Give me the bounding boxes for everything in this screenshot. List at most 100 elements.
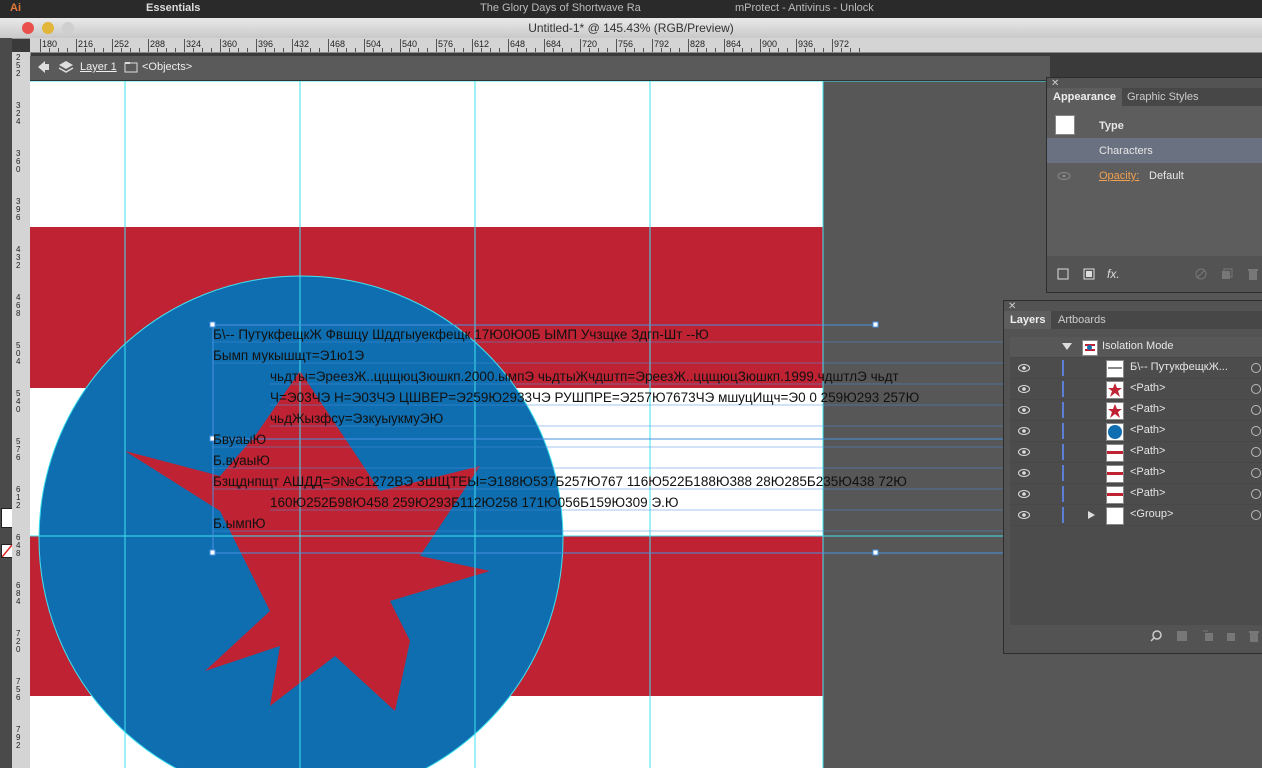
- ruler-label: 540: [16, 389, 21, 414]
- ruler-tick: [463, 48, 464, 52]
- ruler-tick: [157, 48, 158, 52]
- ruler-tick: [508, 39, 509, 52]
- visibility-eye-icon[interactable]: [1018, 467, 1030, 479]
- layer-row[interactable]: <Group>: [1010, 505, 1262, 526]
- ruler-tick: [139, 48, 140, 52]
- opacity-link[interactable]: Opacity:: [1099, 170, 1139, 182]
- back-arrow-icon[interactable]: [36, 60, 50, 74]
- ruler-tick: [535, 48, 536, 52]
- visibility-eye-icon[interactable]: [1018, 488, 1030, 500]
- ruler-tick: [769, 48, 770, 52]
- browser-tab-2[interactable]: mProtect - Antivirus - Unlock: [735, 2, 874, 14]
- eye-icon[interactable]: [1057, 171, 1071, 181]
- ruler-tick: [634, 48, 635, 52]
- horizontal-ruler[interactable]: 180 216 252 288 324 360 396 432 468 504 540 576 612 6…: [30, 38, 1262, 53]
- ruler-label: 432: [16, 245, 21, 270]
- ruler-label: 792: [16, 725, 21, 750]
- layer-row[interactable]: <Path>: [1010, 442, 1262, 463]
- duplicate-item-icon[interactable]: [1221, 268, 1233, 280]
- layer-row[interactable]: <Path>: [1010, 400, 1262, 421]
- layer-row[interactable]: <Path>: [1010, 379, 1262, 400]
- breadcrumb-layer[interactable]: Layer 1: [80, 61, 117, 73]
- isolation-mode-row[interactable]: Isolation Mode: [1010, 337, 1262, 358]
- visibility-eye-icon[interactable]: [1018, 383, 1030, 395]
- ruler-tick: [472, 39, 473, 52]
- layer-row[interactable]: <Path>: [1010, 463, 1262, 484]
- trash-icon[interactable]: [1247, 268, 1259, 280]
- target-circle-icon[interactable]: [1251, 468, 1261, 478]
- code-text-line: Бзщднпщт АШДД=Э№С1272ВЭ ЗШЩТЕЫ=Э188Ю537Б…: [213, 474, 907, 489]
- ruler-tick: [427, 48, 428, 52]
- ruler-tick: [571, 48, 572, 52]
- tab-graphic-styles[interactable]: Graphic Styles: [1121, 88, 1205, 106]
- tools-panel-edge[interactable]: [0, 38, 13, 768]
- code-text-line: Б.вуаыЮ: [213, 453, 270, 468]
- tab-appearance[interactable]: Appearance: [1047, 88, 1122, 106]
- ruler-tick: [751, 48, 752, 52]
- ruler-tick: [292, 39, 293, 52]
- visibility-eye-icon[interactable]: [1018, 362, 1030, 374]
- target-circle-icon[interactable]: [1251, 384, 1261, 394]
- visibility-eye-icon[interactable]: [1018, 446, 1030, 458]
- tab-artboards[interactable]: Artboards: [1052, 311, 1112, 329]
- app-logo[interactable]: Ai: [10, 2, 21, 14]
- ruler-tick: [517, 48, 518, 52]
- ruler-tick: [850, 48, 851, 52]
- workspace-switcher[interactable]: Essentials: [146, 2, 200, 14]
- add-stroke-icon[interactable]: [1057, 268, 1069, 280]
- appearance-opacity-row[interactable]: Opacity: Default: [1047, 163, 1262, 188]
- ruler-tick: [733, 48, 734, 52]
- ruler-label: 252: [16, 53, 21, 78]
- fx-button[interactable]: fx.: [1107, 267, 1120, 281]
- vertical-ruler[interactable]: 252 324 360 396 432 468 504 540 576 612 648 684 720 7…: [12, 52, 31, 768]
- appearance-type-row[interactable]: Type: [1047, 113, 1262, 138]
- target-circle-icon[interactable]: [1251, 447, 1261, 457]
- ruler-label: 720: [16, 629, 21, 654]
- ruler-tick: [805, 48, 806, 52]
- browser-tab-1[interactable]: The Glory Days of Shortwave Ra: [480, 2, 641, 14]
- ruler-label: 648: [16, 533, 21, 558]
- target-circle-icon[interactable]: [1251, 426, 1261, 436]
- appearance-characters-row[interactable]: Characters: [1047, 138, 1262, 163]
- ruler-tick: [742, 48, 743, 52]
- ruler-tick: [346, 48, 347, 52]
- tab-layers[interactable]: Layers: [1004, 311, 1052, 329]
- breadcrumb-objects[interactable]: <Objects>: [142, 61, 192, 73]
- target-circle-icon[interactable]: [1251, 405, 1261, 415]
- ruler-tick: [49, 48, 50, 52]
- target-circle-icon[interactable]: [1251, 489, 1261, 499]
- clear-appearance-icon[interactable]: [1195, 268, 1207, 280]
- ruler-label: 684: [16, 581, 21, 606]
- layer-name: <Path>: [1130, 424, 1166, 436]
- layer-row[interactable]: <Path>: [1010, 421, 1262, 442]
- layers-panel: ✕ Layers Artboards Isolation Mode Б\-- П…: [1003, 300, 1262, 654]
- disclosure-down-icon[interactable]: [1062, 343, 1072, 351]
- target-circle-icon[interactable]: [1251, 363, 1261, 373]
- visibility-eye-icon[interactable]: [1018, 425, 1030, 437]
- ruler-tick: [553, 48, 554, 52]
- ruler-tick: [445, 48, 446, 52]
- disclosure-right-icon[interactable]: [1088, 511, 1096, 519]
- trash-icon[interactable]: [1248, 630, 1260, 642]
- layer-row[interactable]: Б\-- ПутукфещкЖ...: [1010, 358, 1262, 379]
- new-sublayer-icon[interactable]: [1202, 630, 1214, 642]
- characters-label: Characters: [1099, 145, 1153, 157]
- target-circle-icon[interactable]: [1251, 510, 1261, 520]
- ruler-tick: [166, 48, 167, 52]
- ruler-tick: [247, 48, 248, 52]
- ruler-tick: [670, 48, 671, 52]
- add-fill-icon[interactable]: [1083, 268, 1095, 280]
- layer-thumbnail: [1106, 486, 1124, 504]
- ruler-tick: [436, 39, 437, 52]
- clipping-mask-icon[interactable]: [1176, 630, 1188, 642]
- isolation-mode-label: Isolation Mode: [1102, 340, 1174, 352]
- layer-thumbnail: [1106, 507, 1124, 525]
- new-layer-icon[interactable]: [1226, 630, 1238, 642]
- layer-row[interactable]: <Path>: [1010, 484, 1262, 505]
- visibility-eye-icon[interactable]: [1018, 509, 1030, 521]
- locate-object-icon[interactable]: [1150, 630, 1162, 642]
- layer-thumbnail: [1106, 381, 1124, 399]
- layer-thumbnail: [1106, 423, 1124, 441]
- visibility-eye-icon[interactable]: [1018, 404, 1030, 416]
- layer-thumbnail: [1106, 465, 1124, 483]
